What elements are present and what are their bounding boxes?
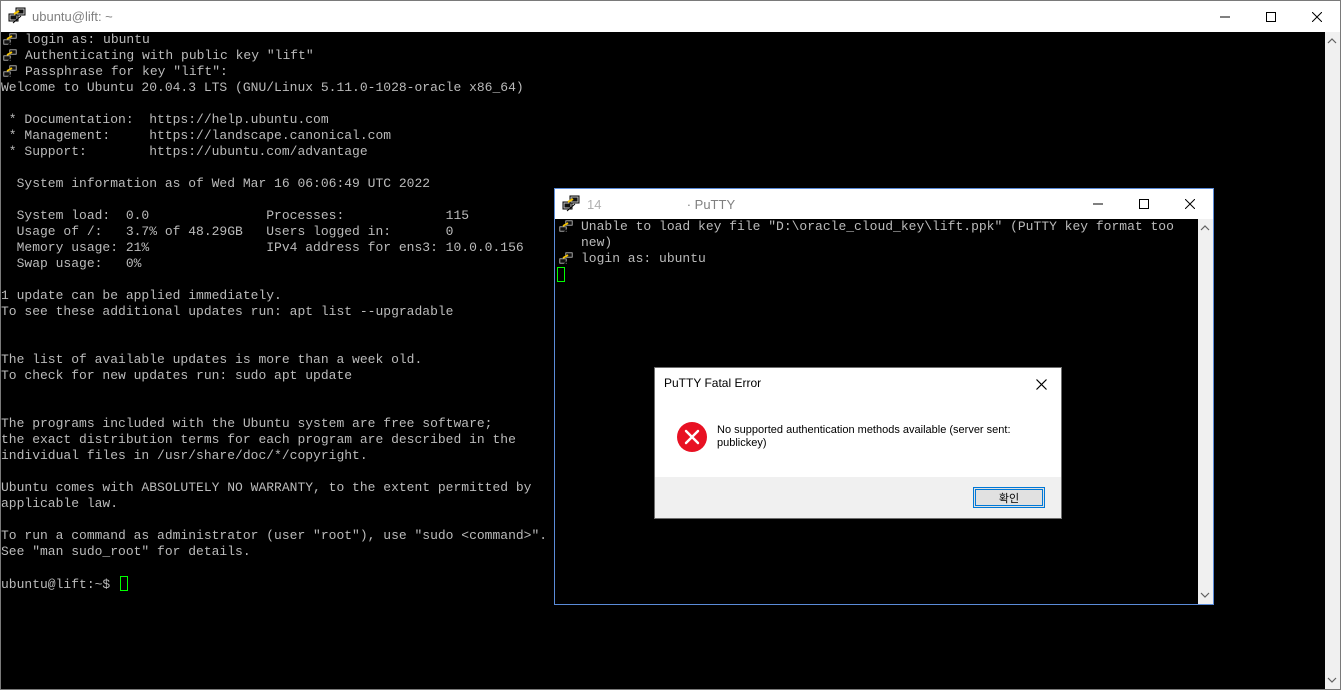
terminal-line-text: To run a command as administrator (user … xyxy=(1,528,548,543)
scroll-down-icon[interactable] xyxy=(1327,675,1337,685)
terminal-line-text: System load: 0.0 Processes: 115 xyxy=(1,208,470,223)
terminal-line-text: the exact distribution terms for each pr… xyxy=(1,432,516,447)
terminal-line: * Management: https://landscape.canonica… xyxy=(1,128,1325,144)
close-icon xyxy=(1185,199,1195,209)
main-scrollbar[interactable] xyxy=(1325,32,1340,689)
terminal-line: Passphrase for key "lift": xyxy=(1,64,1325,80)
second-scrollbar[interactable] xyxy=(1198,219,1213,604)
terminal-line: Unable to load key file "D:\oracle_cloud… xyxy=(557,219,1198,235)
terminal-line-text: Usage of /: 3.7% of 48.29GB Users logged… xyxy=(1,224,454,239)
close-button[interactable] xyxy=(1294,1,1340,32)
dialog-message: No supported authentication methods avai… xyxy=(717,424,1011,449)
second-window-title: 14 · PuTTY xyxy=(587,197,735,212)
ok-button[interactable]: 확인 xyxy=(973,487,1045,508)
close-icon xyxy=(1035,378,1047,390)
terminal-line-text: The programs included with the Ubuntu sy… xyxy=(1,416,493,431)
second-title-suffix: · PuTTY xyxy=(686,197,736,212)
dialog-footer: 확인 xyxy=(655,477,1061,518)
terminal-line-text: Welcome to Ubuntu 20.04.3 LTS (GNU/Linux… xyxy=(1,80,524,95)
main-titlebar[interactable]: ubuntu@lift: ~ xyxy=(1,1,1340,32)
terminal-line-text: Passphrase for key "lift": xyxy=(25,64,228,79)
terminal-line-text: new) xyxy=(581,235,613,250)
close-icon xyxy=(1312,11,1322,22)
minimize-icon xyxy=(1093,203,1103,205)
dialog-title: PuTTY Fatal Error xyxy=(664,376,762,390)
shell-prompt: ubuntu@lift:~$ xyxy=(1,577,119,592)
terminal-line-text: The list of available updates is more th… xyxy=(1,352,423,367)
terminal-line: * Documentation: https://help.ubuntu.com xyxy=(1,112,1325,128)
maximize-icon xyxy=(1139,199,1149,209)
putty-app-icon xyxy=(562,195,580,212)
close-button[interactable] xyxy=(1167,189,1213,219)
terminal-line-text: See "man sudo_root" for details. xyxy=(1,544,251,559)
text-cursor xyxy=(557,267,565,282)
second-title-prefix: 14 xyxy=(587,197,602,212)
text-cursor xyxy=(120,576,129,591)
putty-event-icon xyxy=(2,64,18,80)
terminal-line: login as: ubuntu xyxy=(557,251,1198,267)
putty-event-icon xyxy=(2,32,18,48)
scroll-down-icon[interactable] xyxy=(1200,590,1210,600)
terminal-line-text: * Management: https://landscape.canonica… xyxy=(1,128,392,143)
terminal-line: Authenticating with public key "lift" xyxy=(1,48,1325,64)
terminal-line-text: * Support: https://ubuntu.com/advantage xyxy=(1,144,368,159)
prompt-line[interactable] xyxy=(557,267,1198,283)
terminal-line-text: * Documentation: https://help.ubuntu.com xyxy=(1,112,329,127)
terminal-line-text: To see these additional updates run: apt… xyxy=(1,304,454,319)
terminal-line-text: Swap usage: 0% xyxy=(1,256,142,271)
maximize-icon xyxy=(1266,11,1276,22)
putty-event-icon xyxy=(558,219,574,235)
terminal-line: Welcome to Ubuntu 20.04.3 LTS (GNU/Linux… xyxy=(1,80,1325,96)
putty-event-icon xyxy=(558,251,574,267)
terminal-line-text: Memory usage: 21% IPv4 address for ens3:… xyxy=(1,240,524,255)
minimize-button[interactable] xyxy=(1075,189,1121,219)
terminal-line-text: individual files in /usr/share/doc/*/cop… xyxy=(1,448,368,463)
terminal-line-text: 1 update can be applied immediately. xyxy=(1,288,282,303)
scroll-up-icon[interactable] xyxy=(1327,36,1337,46)
main-window-title: ubuntu@lift: ~ xyxy=(32,9,113,24)
terminal-line: * Support: https://ubuntu.com/advantage xyxy=(1,144,1325,160)
terminal-line-text: Authenticating with public key "lift" xyxy=(25,48,314,63)
putty-event-icon xyxy=(2,48,18,64)
second-titlebar[interactable]: 14 · PuTTY xyxy=(555,189,1213,219)
maximize-button[interactable] xyxy=(1121,189,1167,219)
terminal-line-text: applicable law. xyxy=(1,496,119,511)
scroll-up-icon[interactable] xyxy=(1200,223,1210,233)
terminal-line-text: Unable to load key file "D:\oracle_cloud… xyxy=(581,219,1174,234)
terminal-line: login as: ubuntu xyxy=(1,32,1325,48)
putty-app-icon xyxy=(8,7,26,24)
minimize-icon xyxy=(1220,16,1230,17)
terminal-line-text: login as: ubuntu xyxy=(25,32,150,47)
fatal-error-dialog[interactable]: PuTTY Fatal Error No supported authentic… xyxy=(654,367,1062,519)
terminal-line-text: System information as of Wed Mar 16 06:0… xyxy=(1,176,431,191)
terminal-line-text: To check for new updates run: sudo apt u… xyxy=(1,368,353,383)
error-icon xyxy=(677,422,707,452)
terminal-line-text: Ubuntu comes with ABSOLUTELY NO WARRANTY… xyxy=(1,480,532,495)
terminal-line: new) xyxy=(557,235,1198,251)
maximize-button[interactable] xyxy=(1248,1,1294,32)
dialog-close-button[interactable] xyxy=(1027,372,1055,396)
terminal-line-text: login as: ubuntu xyxy=(581,251,706,266)
minimize-button[interactable] xyxy=(1202,1,1248,32)
